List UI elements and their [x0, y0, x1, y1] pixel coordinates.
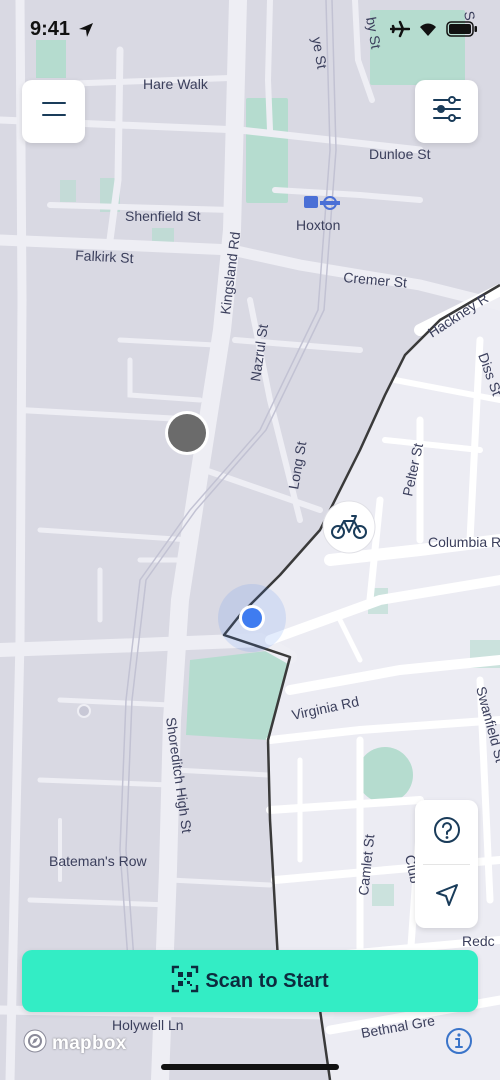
hamburger-menu-icon: [41, 99, 67, 124]
bicycle-marker[interactable]: [322, 500, 376, 554]
scan-to-start-label: Scan to Start: [205, 969, 329, 992]
home-indicator[interactable]: [161, 1064, 339, 1070]
filter-button[interactable]: [415, 80, 478, 143]
wifi-icon: [418, 21, 438, 42]
street-label-columbia-rd: Columbia R: [428, 534, 500, 550]
info-icon: [444, 1028, 474, 1060]
mapbox-logo[interactable]: mapbox: [22, 1028, 127, 1059]
navigation-arrow-icon: [434, 882, 460, 913]
menu-button[interactable]: [22, 80, 85, 143]
qr-scan-icon: [171, 965, 199, 998]
locate-me-button[interactable]: [415, 865, 478, 929]
map-side-controls: [415, 800, 478, 928]
street-label-shenfield-st: Shenfield St: [125, 208, 201, 224]
airplane-icon: [389, 20, 411, 43]
user-location-dot: [218, 584, 286, 652]
attribution-info-button[interactable]: [444, 1026, 474, 1056]
street-label-hare-walk: Hare Walk: [143, 76, 209, 92]
help-button[interactable]: [415, 800, 478, 864]
street-label-redchurch: Redc: [462, 933, 495, 949]
status-time: 9:41: [30, 18, 71, 40]
street-label-hoxton: Hoxton: [296, 217, 340, 233]
mapbox-wordmark: mapbox: [52, 1032, 127, 1054]
mapbox-logo-icon: [22, 1028, 48, 1059]
street-label-batemans-row: Bateman's Row: [49, 853, 147, 869]
status-bar: 9:41: [0, 0, 500, 60]
location-arrow-icon: [78, 22, 94, 43]
question-icon: [433, 816, 461, 849]
street-label-dunloe-st: Dunloe St: [369, 146, 431, 162]
sliders-icon: [432, 95, 462, 128]
scan-to-start-button[interactable]: Scan to Start: [22, 950, 478, 1012]
grey-station-marker[interactable]: [165, 411, 209, 455]
battery-icon: [446, 21, 478, 42]
street-label-falkirk-st: Falkirk St: [75, 247, 134, 266]
